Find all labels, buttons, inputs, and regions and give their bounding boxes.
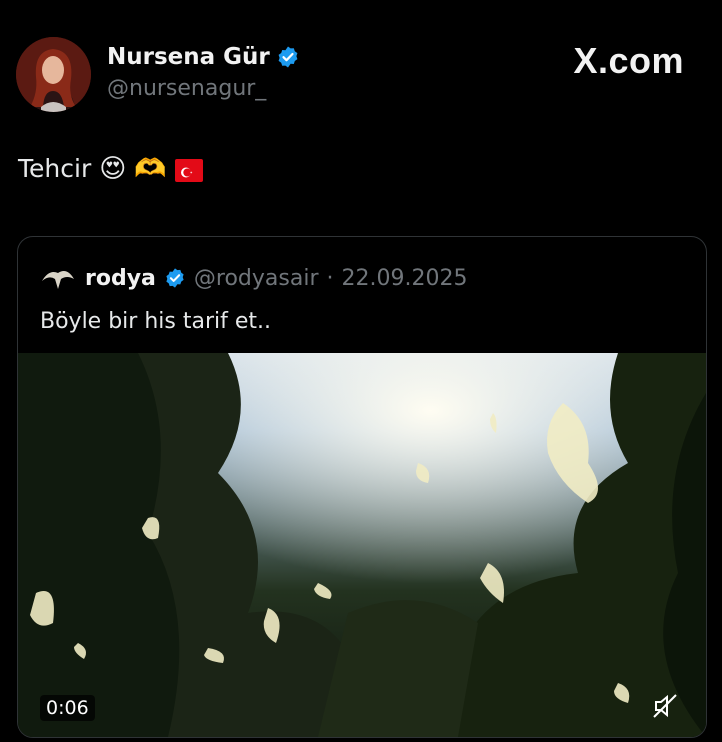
- meta-separator: ·: [326, 265, 334, 291]
- author-handle[interactable]: @nursenagur_: [107, 76, 300, 101]
- verified-badge-icon: [278, 46, 298, 68]
- brand-watermark: X.com: [573, 40, 684, 81]
- quoted-verified-badge-icon: [166, 268, 184, 288]
- quoted-author-avatar[interactable]: [39, 263, 77, 293]
- video-frame: [18, 353, 706, 737]
- turkey-flag-icon: [174, 159, 203, 182]
- quoted-author-name[interactable]: rodya: [85, 266, 156, 291]
- quoted-tweet-header: rodya @rodyasair · 22.09.2025: [39, 263, 467, 293]
- author-info: Nursena Gür @nursenagur_: [107, 44, 300, 101]
- video-duration: 0:06: [40, 695, 95, 721]
- tweet-body: Tehcir: [18, 154, 92, 183]
- heart-hands-emoji-icon: 🫶: [134, 153, 167, 184]
- avatar-image: [16, 37, 91, 112]
- quoted-author-handle[interactable]: @rodyasair: [194, 266, 319, 291]
- quoted-date[interactable]: 22.09.2025: [342, 266, 468, 291]
- heart-eyes-emoji-icon: 😍: [99, 153, 127, 184]
- quoted-tweet[interactable]: rodya @rodyasair · 22.09.2025 Böyle bir …: [17, 236, 707, 738]
- tweet-text: Tehcir 😍 🫶: [18, 154, 203, 183]
- quoted-tweet-text: Böyle bir his tarif et..: [40, 309, 271, 334]
- author-name-row: Nursena Gür: [107, 44, 300, 70]
- author-name[interactable]: Nursena Gür: [107, 44, 270, 70]
- mute-icon[interactable]: [650, 691, 680, 721]
- author-avatar[interactable]: [16, 37, 91, 112]
- video-player[interactable]: 0:06: [18, 353, 706, 737]
